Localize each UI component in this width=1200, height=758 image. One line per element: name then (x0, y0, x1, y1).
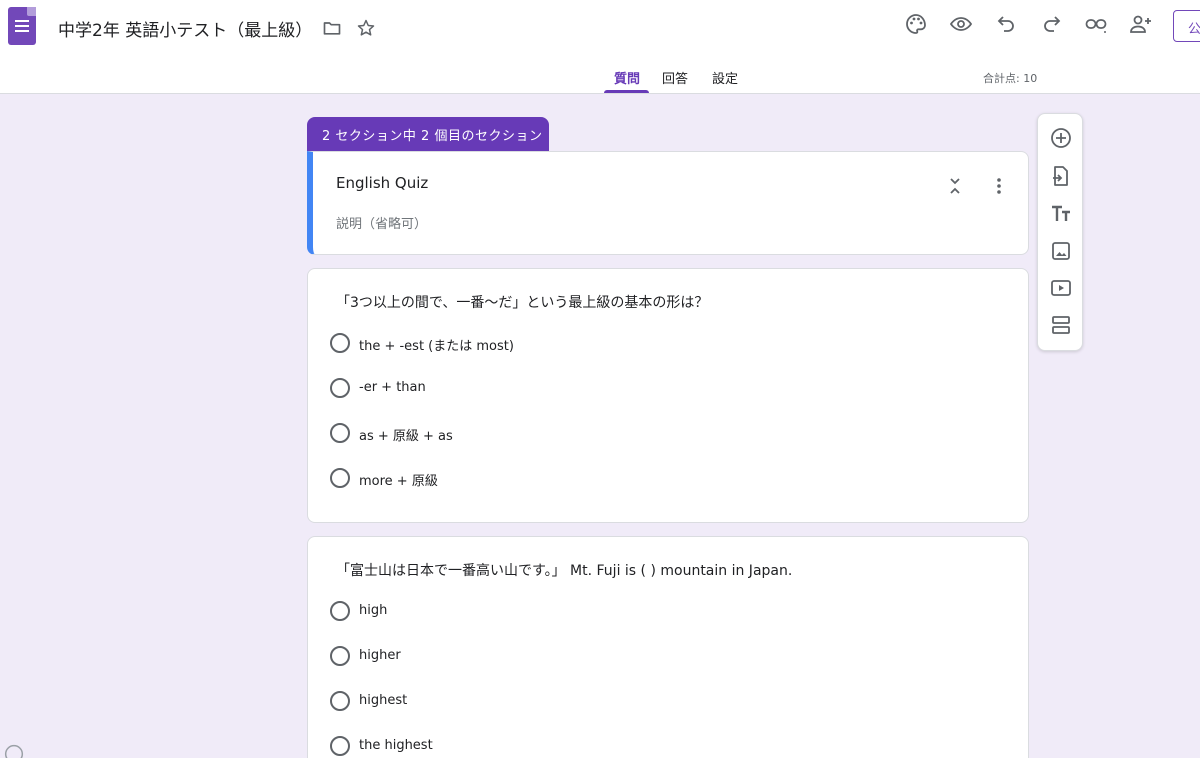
section-card[interactable]: English Quiz 説明（省略可） (307, 151, 1029, 255)
answer-option[interactable]: -er + than (330, 377, 730, 401)
radio-button[interactable] (330, 601, 350, 621)
option-label: higher (359, 648, 401, 663)
answer-option[interactable]: the + -est (または most) (330, 332, 730, 356)
undo-icon[interactable] (995, 12, 1019, 36)
redo-icon[interactable] (1039, 12, 1063, 36)
answer-option[interactable]: as + 原級 + as (330, 422, 730, 446)
question-text[interactable]: 「富士山は日本で一番高い山です。」 Mt. Fuji is ( ) mounta… (336, 560, 792, 580)
publish-button[interactable]: 公開 (1173, 10, 1200, 42)
answer-option[interactable]: higher (330, 645, 730, 669)
add-section-icon[interactable] (1049, 313, 1073, 337)
section-badge: 2 セクション中 2 個目のセクション (307, 117, 549, 151)
radio-button[interactable] (330, 333, 350, 353)
option-label: highest (359, 693, 408, 708)
question-card[interactable]: 「富士山は日本で一番高い山です。」 Mt. Fuji is ( ) mounta… (307, 536, 1029, 758)
answer-option[interactable]: the highest (330, 735, 730, 758)
star-icon[interactable] (356, 18, 376, 38)
answer-option[interactable]: highest (330, 690, 730, 714)
radio-button[interactable] (330, 423, 350, 443)
folder-icon[interactable] (322, 18, 342, 38)
option-label: high (359, 603, 388, 618)
add-collaborator-icon[interactable] (1129, 12, 1153, 36)
radio-button[interactable] (330, 646, 350, 666)
tab-responses[interactable]: 回答 (662, 68, 688, 87)
radio-button[interactable] (330, 691, 350, 711)
answer-option[interactable]: high (330, 600, 730, 624)
section-title[interactable]: English Quiz (336, 174, 428, 192)
top-header: 中学2年 英語小テスト（最上級） 公開 質問 回答 設定 合計点: 10 (0, 0, 1200, 94)
radio-button[interactable] (330, 736, 350, 756)
tab-settings[interactable]: 設定 (712, 68, 738, 87)
floating-toolbar (1037, 113, 1083, 351)
help-icon[interactable] (4, 744, 24, 758)
tab-questions[interactable]: 質問 (614, 68, 640, 87)
forms-logo-icon[interactable] (8, 7, 36, 45)
question-card[interactable]: 「3つ以上の間で、一番〜だ」という最上級の基本の形は？ the + -est (… (307, 268, 1029, 523)
answer-option[interactable]: more + 原級 (330, 467, 730, 491)
option-label: -er + than (359, 380, 426, 395)
radio-button[interactable] (330, 468, 350, 488)
add-title-icon[interactable] (1049, 202, 1073, 226)
add-video-icon[interactable] (1049, 276, 1073, 300)
total-points: 合計点: 10 (983, 72, 1038, 85)
option-label: as + 原級 + as (359, 429, 453, 444)
option-label: more + 原級 (359, 474, 438, 489)
more-options-icon[interactable] (995, 176, 1003, 196)
document-title[interactable]: 中学2年 英語小テスト（最上級） (58, 16, 312, 41)
section-description[interactable]: 説明（省略可） (336, 213, 427, 232)
import-questions-icon[interactable] (1049, 164, 1073, 188)
add-question-icon[interactable] (1049, 126, 1073, 150)
preview-eye-icon[interactable] (949, 12, 973, 36)
option-label: the + -est (または most) (359, 339, 514, 354)
palette-icon[interactable] (904, 12, 928, 36)
radio-button[interactable] (330, 378, 350, 398)
add-image-icon[interactable] (1049, 239, 1073, 263)
active-tab-indicator (604, 90, 649, 93)
question-text[interactable]: 「3つ以上の間で、一番〜だ」という最上級の基本の形は？ (336, 292, 708, 312)
collapse-section-icon[interactable] (946, 176, 964, 196)
link-icon[interactable] (1084, 12, 1108, 36)
option-label: the highest (359, 738, 433, 753)
